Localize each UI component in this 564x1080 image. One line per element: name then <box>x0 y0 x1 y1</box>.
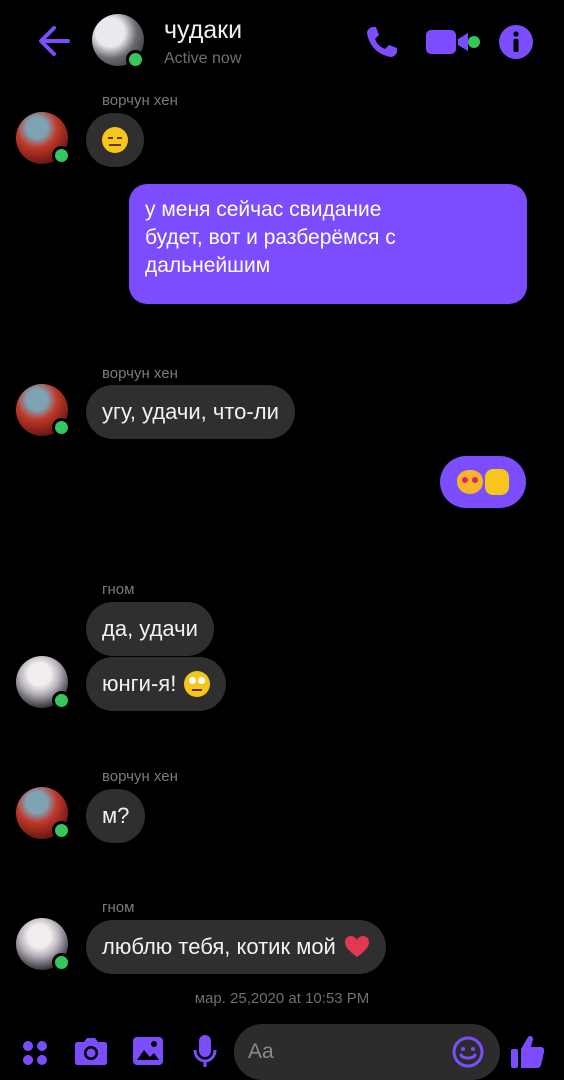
online-indicator <box>126 50 145 69</box>
apps-icon[interactable] <box>22 1040 48 1066</box>
eye-roll-face-icon <box>184 671 211 697</box>
sender-name: ворчун хен <box>102 365 178 382</box>
message-text: м? <box>102 803 130 828</box>
video-icon[interactable] <box>426 28 482 58</box>
back-arrow-icon[interactable] <box>34 22 72 60</box>
message-bubble[interactable]: м? <box>86 789 146 843</box>
message-bubble[interactable]: угу, удачи, что-ли <box>86 385 295 439</box>
emoji-icon[interactable] <box>452 1036 484 1068</box>
online-indicator <box>52 691 71 710</box>
message-bubble[interactable]: юнги-я! <box>86 657 227 711</box>
chat-status: Active now <box>164 50 242 67</box>
sender-name: гном <box>102 899 135 916</box>
message-input-placeholder: Aa <box>248 1040 274 1063</box>
camera-icon[interactable] <box>74 1036 108 1066</box>
like-icon[interactable] <box>510 1034 546 1070</box>
sender-name: гном <box>102 581 135 598</box>
message-bubble[interactable]: да, удачи <box>86 602 214 656</box>
raised-fist-icon <box>485 469 509 495</box>
message-text: да, удачи <box>102 616 198 641</box>
mic-icon[interactable] <box>192 1034 218 1070</box>
timestamp: мар. 25,2020 at 10:53 PM <box>194 990 370 1007</box>
message-bubble-outgoing[interactable]: у меня сейчас свидание будет, вот и разб… <box>129 184 527 304</box>
online-indicator <box>52 418 71 437</box>
message-text: угу, удачи, что-ли <box>102 399 279 424</box>
message-bubble[interactable]: люблю тебя, котик мой <box>86 920 386 974</box>
online-indicator <box>52 953 71 972</box>
online-indicator <box>52 146 71 165</box>
phone-icon[interactable] <box>364 24 400 60</box>
sender-name: ворчун хен <box>102 92 178 109</box>
message-text: дальнейшим <box>145 254 271 277</box>
chat-title[interactable]: чудаки <box>164 16 242 45</box>
sender-name: ворчун хен <box>102 768 178 785</box>
message-text: у меня сейчас свидание <box>145 198 382 221</box>
online-indicator <box>52 821 71 840</box>
heart-eyes-cat-icon <box>457 470 483 494</box>
message-text: люблю тебя, котик мой <box>102 934 336 959</box>
info-icon[interactable] <box>498 24 534 60</box>
message-text: будет, вот и разберёмся с <box>145 226 396 249</box>
message-bubble-outgoing[interactable] <box>440 456 526 508</box>
image-icon[interactable] <box>132 1036 164 1066</box>
message-bubble[interactable] <box>86 113 144 167</box>
heart-icon <box>344 936 369 957</box>
expressionless-face-icon <box>102 127 128 153</box>
message-text: юнги-я! <box>102 671 177 696</box>
